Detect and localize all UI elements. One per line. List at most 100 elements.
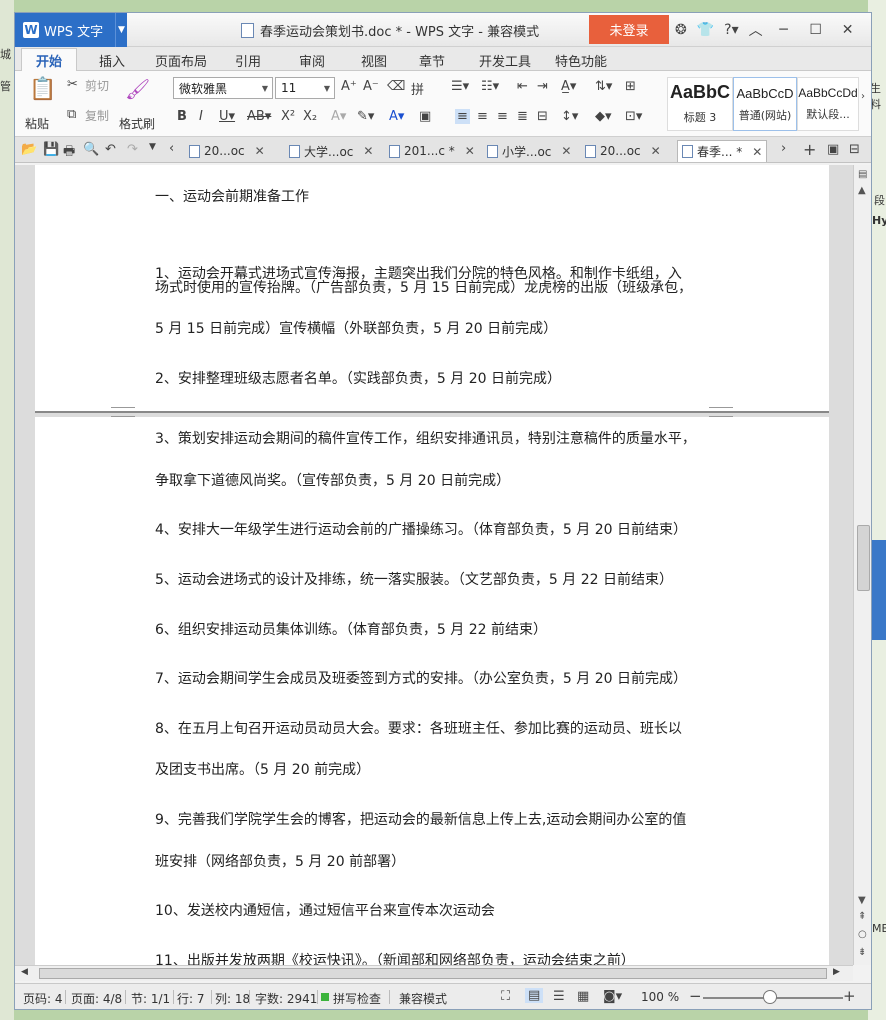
tab-menu-icon[interactable]: ⊟ — [849, 142, 860, 157]
text-effect-icon[interactable]: A▾ — [331, 109, 346, 124]
app-menu-button[interactable]: W WPS 文字 ▼ — [15, 13, 127, 47]
horizontal-scroll-thumb[interactable] — [39, 968, 827, 979]
italic-icon[interactable]: I — [199, 109, 203, 124]
status-word-count[interactable]: 字数: 2941 — [255, 990, 317, 1007]
align-right-icon[interactable]: ≡ — [497, 109, 508, 124]
document-area[interactable]: 一、运动会前期准备工作 1、运动会开幕式进场式宣传海报，主题突出我们分院的特色风… — [15, 165, 853, 965]
minimize-icon[interactable]: ─ — [773, 22, 795, 38]
page-view-icon[interactable]: ▤ — [525, 988, 544, 1003]
font-name-select[interactable]: 微软雅黑 ▼ — [173, 77, 273, 99]
border-icon[interactable]: ⊡▾ — [625, 109, 642, 124]
paragraph[interactable]: 7、运动会期间学生会成员及班委签到方式的安排。（办公室负责，5 月 20 日前完… — [155, 669, 715, 689]
zoom-slider-knob[interactable] — [763, 990, 777, 1004]
paragraph[interactable]: 6、组织安排运动员集体训练。（体育部负责，5 月 22 前结束） — [155, 620, 715, 640]
paragraph[interactable]: 场式时使用的宣传抬牌。（广告部负责，5 月 15 日前完成）龙虎榜的出版（班级承… — [155, 278, 715, 298]
phonetic-icon[interactable]: 拼 — [411, 79, 424, 98]
copy-button[interactable]: 复制 — [85, 107, 109, 124]
bold-icon[interactable]: B — [177, 109, 187, 124]
shrink-font-icon[interactable]: A⁻ — [363, 79, 379, 94]
fullscreen-view-icon[interactable]: ⛶ — [501, 989, 510, 1004]
print-preview-icon[interactable]: 🔍 — [83, 142, 99, 157]
paragraph[interactable]: 3、策划安排运动会期间的稿件宣传工作，组织安排通讯员，特别注意稿件的质量水平， — [155, 429, 715, 449]
copy-icon[interactable]: ⧉ — [67, 107, 76, 122]
align-left-icon[interactable]: ≡ — [455, 109, 470, 124]
format-painter-button[interactable]: 格式刷 — [119, 115, 155, 132]
close-icon[interactable]: ✕ — [837, 22, 859, 38]
chinese-layout-icon[interactable]: A̲▾ — [561, 79, 576, 94]
chevron-right-icon[interactable]: ▶ — [833, 967, 840, 977]
sort-icon[interactable]: ⇅▾ — [595, 79, 612, 94]
maximize-icon[interactable]: ☐ — [805, 22, 827, 38]
paragraph[interactable]: 9、完善我们学院学生会的博客，把运动会的最新信息上传上去,运动会期间办公室的值 — [155, 810, 715, 830]
paragraph[interactable]: 11、出版并发放两期《校运快讯》。（新闻部和网络部负责，运动会结束之前） — [155, 951, 715, 965]
decrease-indent-icon[interactable]: ⇤ — [517, 79, 528, 94]
vertical-scrollbar[interactable]: ▤ ▲ ▼ ⇞ ○ ⇟ — [853, 165, 871, 965]
help-icon[interactable]: ?▾ — [724, 22, 738, 38]
prev-page-icon[interactable]: ⇞ — [858, 911, 866, 922]
font-color-icon[interactable]: A▾ — [389, 109, 404, 124]
close-icon[interactable]: ✕ — [651, 144, 661, 158]
web-view-icon[interactable]: ▦ — [577, 989, 589, 1004]
chevron-left-icon[interactable]: ◀ — [21, 967, 28, 977]
doc-tab-active[interactable]: 春季... * ✕ — [677, 140, 768, 162]
skin-icon[interactable]: 👕 — [697, 22, 714, 38]
horizontal-scrollbar[interactable]: ◀ ▶ — [15, 965, 853, 981]
numbered-list-icon[interactable]: ☷▾ — [481, 79, 499, 94]
style-heading3[interactable]: AaBbC 标题 3 — [667, 77, 733, 131]
open-folder-icon[interactable]: 📂 — [21, 142, 37, 157]
chevron-down-icon[interactable]: ▼ — [858, 895, 866, 906]
style-default-paragraph[interactable]: AaBbCcDd 默认段... — [797, 77, 859, 131]
tab-references[interactable]: 引用 — [235, 51, 261, 70]
highlight-icon[interactable]: ✎▾ — [357, 109, 374, 124]
strikethrough-icon[interactable]: AB▾ — [247, 109, 271, 124]
font-size-select[interactable]: 11 ▼ — [275, 77, 335, 99]
undo-icon[interactable]: ↶ — [105, 142, 116, 157]
line-spacing-icon[interactable]: ↕▾ — [561, 109, 578, 124]
redo-icon[interactable]: ↷ — [127, 142, 138, 157]
close-icon[interactable]: ✕ — [255, 144, 265, 158]
next-page-icon[interactable]: ⇟ — [858, 947, 866, 958]
increase-indent-icon[interactable]: ⇥ — [537, 79, 548, 94]
style-normal-web[interactable]: AaBbCcD 普通(网站) — [733, 77, 797, 131]
tab-page-layout[interactable]: 页面布局 — [155, 51, 207, 70]
status-page-code[interactable]: 页码: 4 — [23, 990, 63, 1007]
paragraph[interactable]: 4、安排大一年级学生进行运动会前的广播操练习。（体育部负责，5 月 20 日前结… — [155, 520, 715, 540]
char-shading-icon[interactable]: ▣ — [419, 109, 431, 124]
distribute-icon[interactable]: ⊟ — [537, 109, 548, 124]
tab-insert[interactable]: 插入 — [99, 51, 125, 70]
close-icon[interactable]: ✕ — [465, 144, 475, 158]
print-icon[interactable]: 🖶 — [63, 142, 75, 164]
paste-button[interactable]: 粘贴 — [25, 115, 49, 132]
doc-tab[interactable]: 大学...oc ✕ — [285, 140, 377, 162]
align-center-icon[interactable]: ≡ — [477, 109, 488, 124]
feedback-icon[interactable]: ❂ — [675, 22, 687, 38]
status-spell-check[interactable]: 拼写检查 — [333, 990, 381, 1007]
tab-developer[interactable]: 开发工具 — [479, 51, 531, 70]
paragraph[interactable]: 争取拿下道德风尚奖。（宣传部负责，5 月 20 日前完成） — [155, 471, 715, 491]
save-icon[interactable]: 💾 — [43, 142, 59, 157]
chevron-right-icon[interactable]: › — [781, 141, 786, 156]
bullet-list-icon[interactable]: ☰▾ — [451, 79, 469, 94]
doc-tab[interactable]: 20...oc ✕ — [581, 140, 665, 162]
doc-tab[interactable]: 小学...oc ✕ — [483, 140, 575, 162]
select-browse-icon[interactable]: ○ — [858, 929, 867, 940]
paragraph[interactable]: 5、运动会进场式的设计及排练，统一落实服装。（文艺部负责，5 月 22 日前结束… — [155, 570, 715, 590]
tab-special[interactable]: 特色功能 — [555, 51, 607, 70]
justify-icon[interactable]: ≣ — [517, 109, 528, 124]
clear-format-icon[interactable]: ⌫ — [387, 79, 405, 94]
tab-view[interactable]: 视图 — [361, 51, 387, 70]
paste-icon[interactable]: 📋 — [29, 77, 56, 102]
doc-tab[interactable]: 20...oc ✕ — [185, 140, 269, 162]
paragraph-heading[interactable]: 一、运动会前期准备工作 — [155, 187, 715, 207]
status-page[interactable]: 页面: 4/8 — [71, 990, 122, 1007]
close-icon[interactable]: ✕ — [363, 144, 373, 158]
paragraph[interactable]: 10、发送校内通短信，通过短信平台来宣传本次运动会 — [155, 901, 715, 921]
zoom-level[interactable]: 100 % — [641, 990, 679, 1004]
chevron-right-icon[interactable]: › — [861, 91, 865, 102]
close-icon[interactable]: ✕ — [752, 145, 762, 159]
login-button[interactable]: 未登录 — [589, 15, 669, 44]
format-painter-icon[interactable]: 🖌 — [125, 77, 150, 101]
underline-icon[interactable]: U▾ — [219, 109, 235, 124]
table-icon[interactable]: ⊞ — [625, 79, 636, 94]
paragraph[interactable]: 2、安排整理班级志愿者名单。（实践部负责，5 月 20 日前完成） — [155, 369, 715, 389]
